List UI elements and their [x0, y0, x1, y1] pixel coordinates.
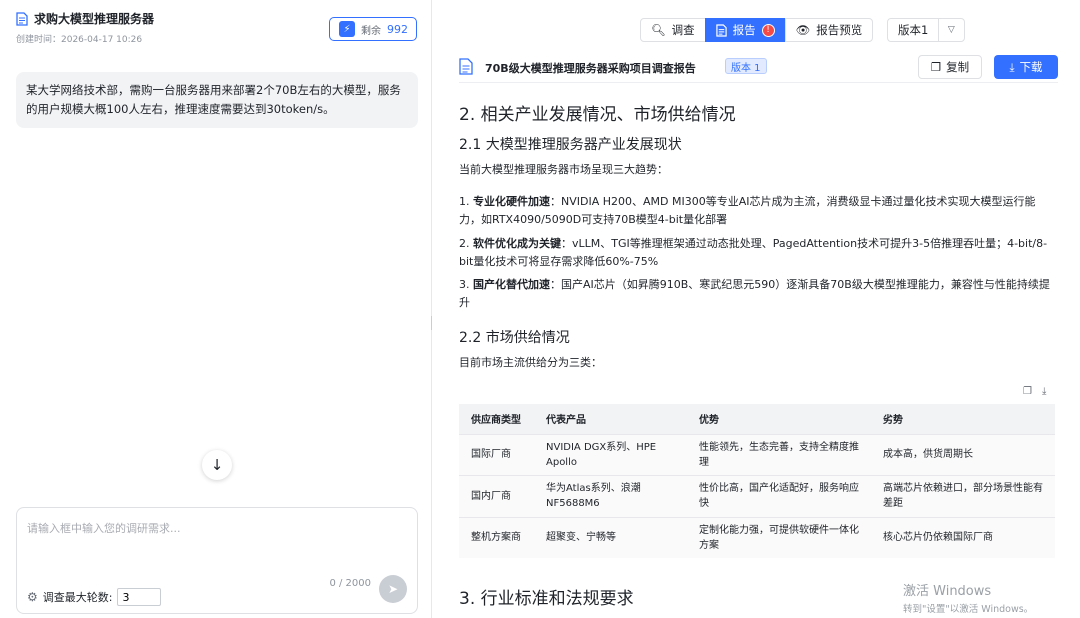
- tab-label: 报告预览: [816, 23, 863, 37]
- download-label: 下载: [1019, 60, 1043, 74]
- table-toolbar: ❐ ⤓: [1023, 386, 1046, 397]
- table-header-cell: 代表产品: [534, 404, 687, 434]
- table-cell: 成本高，供货周期长: [871, 433, 1055, 475]
- tab-label: 调查: [671, 23, 695, 37]
- watermark-subtitle: 转到"设置"以激活 Windows。: [903, 604, 1034, 615]
- tab-report-preview[interactable]: 👁︎ 报告预览: [784, 18, 874, 42]
- list-item: 2. 软件优化成为关键：vLLM、TGI等推理框架通过动态批处理、PagedAt…: [459, 237, 1048, 268]
- chevron-down-icon: ▽: [947, 25, 955, 35]
- char-counter: 0 / 2000: [329, 578, 371, 589]
- copy-label: 复制: [946, 60, 970, 74]
- download-icon[interactable]: ⤓: [1042, 386, 1046, 397]
- section-heading: 2. 相关产业发展情况、市场供给情况: [459, 105, 736, 125]
- document-icon: [459, 58, 473, 75]
- table-row: 国内厂商 华为Atlas系列、浪潮NF5688M6 性价比高，国产化适配好，服务…: [459, 474, 1055, 517]
- arrow-down-icon: ↓: [210, 456, 224, 474]
- view-tabs: 🔍︎ 调查 报告 ! 👁︎ 报告预览: [640, 18, 874, 42]
- table-cell: 性能领先，生态完善，支持全精度推理: [687, 433, 871, 475]
- list-item: 3. 国产化替代加速：国产AI芯片（如昇腾910B、寒武纪思元590）逐渐具备7…: [459, 278, 1050, 309]
- table-cell: 整机方案商: [459, 516, 534, 558]
- send-icon: ➤: [387, 582, 399, 596]
- table-cell: 国际厂商: [459, 433, 534, 475]
- research-input[interactable]: [27, 520, 407, 560]
- supply-table: 供应商类型 代表产品 优势 劣势 国际厂商 NVIDIA DGX系列、HPE A…: [459, 404, 1055, 558]
- subsection-heading: 2.1 大模型推理服务器产业发展现状: [459, 137, 682, 153]
- copy-icon: ❐: [930, 60, 942, 74]
- version-select[interactable]: 版本1 ▽: [887, 18, 965, 42]
- send-button[interactable]: ➤: [379, 575, 407, 603]
- table-header-cell: 优势: [687, 404, 871, 434]
- copy-icon[interactable]: ❐: [1023, 386, 1032, 397]
- tab-research[interactable]: 🔍︎ 调查: [640, 18, 706, 42]
- table-row: 整机方案商 超聚变、宁畅等 定制化能力强，可提供软硬件一体化方案 核心芯片仍依赖…: [459, 516, 1055, 558]
- doc-header: 70B级大模型推理服务器采购项目调查报告 版本 1 ❐ 复制 ⤓ 下载: [459, 55, 1058, 82]
- table-cell: 核心芯片仍依赖国际厂商: [871, 516, 1055, 558]
- table-cell: 超聚变、宁畅等: [534, 516, 687, 558]
- gear-icon: ⚙: [27, 590, 38, 604]
- document-icon: [715, 23, 727, 37]
- table-cell: 华为Atlas系列、浪潮NF5688M6: [534, 474, 687, 517]
- table-header-cell: 供应商类型: [459, 404, 534, 434]
- download-button[interactable]: ⤓ 下载: [994, 55, 1058, 79]
- eye-icon: 👁︎: [795, 23, 811, 37]
- section-heading: 3. 行业标准和法规要求: [459, 589, 634, 609]
- doc-title: 70B级大模型推理服务器采购项目调查报告: [485, 62, 696, 75]
- header-divider: [459, 82, 1058, 83]
- report-panel: 🔍︎ 调查 报告 ! 👁︎ 报告预览 版本1 ▽ 70B级大模型推理服务器采购项…: [433, 0, 1080, 618]
- table-header-row: 供应商类型 代表产品 优势 劣势: [459, 404, 1055, 434]
- table-cell: 高端芯片依赖进口，部分场景性能有差距: [871, 474, 1055, 517]
- max-rounds-input[interactable]: [117, 588, 162, 606]
- table-row: 国际厂商 NVIDIA DGX系列、HPE Apollo 性能领先，生态完善，支…: [459, 433, 1055, 475]
- scroll-down-button[interactable]: ↓: [202, 450, 232, 480]
- table-cell: 性价比高，国产化适配好，服务响应快: [687, 474, 871, 517]
- max-rounds-label: 调查最大轮数:: [42, 591, 113, 604]
- table-cell: 国内厂商: [459, 474, 534, 517]
- list-item: 1. 专业化硬件加速：NVIDIA H200、AMD MI300等专业AI芯片成…: [459, 195, 1036, 226]
- copy-button[interactable]: ❐ 复制: [918, 55, 982, 79]
- paragraph: 目前市场主流供给分为三类：: [459, 356, 602, 369]
- quota-value: 992: [387, 22, 408, 36]
- document-icon: [16, 11, 28, 26]
- quota-label: 剩余: [361, 25, 381, 37]
- chat-header: 求购大模型推理服务器 创建时间：2026-04-17 10:26 ⚡ 剩余 99…: [16, 10, 417, 46]
- version-select-value: 版本1: [888, 19, 940, 41]
- chat-title: 求购大模型推理服务器: [34, 12, 155, 26]
- composer: ⚙ 调查最大轮数: 0 / 2000 ➤: [16, 507, 418, 614]
- watermark-title: 激活 Windows: [903, 584, 992, 599]
- alert-badge: !: [761, 23, 775, 37]
- table-cell: NVIDIA DGX系列、HPE Apollo: [534, 433, 687, 475]
- paragraph: 当前大模型推理服务器市场呈现三大趋势：: [459, 163, 668, 176]
- tab-label: 报告: [732, 23, 756, 37]
- table-cell: 定制化能力强，可提供软硬件一体化方案: [687, 516, 871, 558]
- version-tag: 版本 1: [725, 58, 767, 74]
- quota-badge[interactable]: ⚡ 剩余 992: [329, 17, 417, 41]
- user-message: 某大学网络技术部，需购一台服务器用来部署2个70B左右的大模型，服务的用户规模大…: [16, 72, 418, 128]
- lightning-icon: ⚡: [339, 21, 355, 37]
- tab-report[interactable]: 报告 !: [704, 18, 786, 42]
- subsection-heading: 2.2 市场供给情况: [459, 330, 570, 346]
- search-icon: 🔍︎: [651, 23, 666, 37]
- table-header-cell: 劣势: [871, 404, 1055, 434]
- max-rounds-control: ⚙ 调查最大轮数:: [27, 588, 162, 606]
- download-icon: ⤓: [1009, 59, 1015, 74]
- chat-panel: 求购大模型推理服务器 创建时间：2026-04-17 10:26 ⚡ 剩余 99…: [0, 0, 432, 618]
- windows-activation-watermark: 激活 Windows 转到"设置"以激活 Windows。: [903, 580, 1033, 615]
